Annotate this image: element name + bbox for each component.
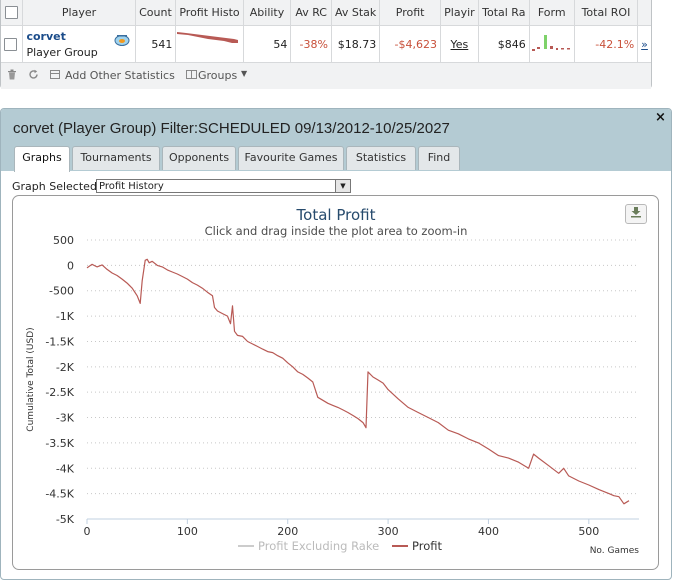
graph-select-value: Profit History xyxy=(99,181,164,192)
col-av-stake[interactable]: Av Stak xyxy=(331,0,381,26)
groups-button[interactable]: Groups xyxy=(198,69,237,82)
y-tick-label: -1.5K xyxy=(45,335,74,348)
y-tick-label: 500 xyxy=(53,234,74,247)
tab-statistics[interactable]: Statistics xyxy=(346,146,416,170)
chart-container[interactable]: Total Profit Click and drag inside the pl… xyxy=(12,195,659,570)
total-rake-value: $846 xyxy=(478,25,530,64)
chart-subtitle: Click and drag inside the plot area to z… xyxy=(205,224,468,238)
col-player[interactable]: Player xyxy=(22,0,136,26)
stats-header-row: Player Count Profit Histo Ability Av RC … xyxy=(1,0,651,26)
y-tick-label: -4.5K xyxy=(45,488,74,501)
av-roi-value: -38% xyxy=(290,25,332,64)
select-all-header[interactable] xyxy=(1,0,24,26)
x-tick-label: 0 xyxy=(84,525,91,538)
dialog-title: corvet (Player Group) Filter:SCHEDULED 0… xyxy=(13,120,450,137)
ability-value: 54 xyxy=(243,25,292,64)
player-dialog: corvet (Player Group) Filter:SCHEDULED 0… xyxy=(0,108,672,580)
tab-opponents[interactable]: Opponents xyxy=(162,146,236,170)
fishbowl-icon[interactable] xyxy=(114,34,130,49)
count-value: 541 xyxy=(135,25,177,64)
groups-icon[interactable] xyxy=(186,69,197,83)
player-cell[interactable]: corvet Player Group xyxy=(22,25,136,64)
y-tick-label: -3.5K xyxy=(45,437,74,450)
series-line-profit xyxy=(86,258,630,505)
col-av-roi[interactable]: Av RC xyxy=(290,0,332,26)
av-stake-value: $18.73 xyxy=(331,25,381,64)
more-cell[interactable]: » xyxy=(637,25,651,64)
table-row[interactable]: corvet Player Group 541 54 -38% $18.73 -… xyxy=(1,25,651,64)
y-tick-label: -1K xyxy=(56,310,75,323)
col-form[interactable]: Form xyxy=(529,0,575,26)
y-tick-label: -2.5K xyxy=(45,386,74,399)
select-all-checkbox[interactable] xyxy=(5,6,19,20)
y-axis-label: Cumulative Total (USD) xyxy=(26,327,36,431)
y-tick-label: 0 xyxy=(67,259,74,272)
graph-select[interactable]: Profit History ▼ xyxy=(96,179,351,193)
col-count[interactable]: Count xyxy=(135,0,177,26)
stats-table: Player Count Profit Histo Ability Av RC … xyxy=(1,0,651,64)
download-icon[interactable] xyxy=(625,204,647,224)
y-tick-label: -3K xyxy=(56,412,75,425)
col-total-roi[interactable]: Total ROI xyxy=(574,0,639,26)
tab-tournaments[interactable]: Tournaments xyxy=(72,146,160,170)
profit-history-sparkline xyxy=(175,25,244,64)
dialog-header: corvet (Player Group) Filter:SCHEDULED 0… xyxy=(1,109,671,172)
add-stats-icon[interactable] xyxy=(50,69,61,83)
x-tick-label: 500 xyxy=(578,525,599,538)
x-axis-label: No. Games xyxy=(590,546,640,556)
more-columns-link[interactable]: » xyxy=(641,38,648,51)
form-sparkline xyxy=(529,25,575,64)
y-tick-label: -4K xyxy=(56,462,75,475)
add-other-statistics-button[interactable]: Add Other Statistics xyxy=(65,69,175,82)
x-tick-label: 200 xyxy=(277,525,298,538)
stats-panel: Player Count Profit Histo Ability Av RC … xyxy=(0,0,652,89)
total-roi-value: -42.1% xyxy=(574,25,639,64)
row-checkbox[interactable] xyxy=(4,38,17,52)
trash-icon[interactable] xyxy=(7,69,17,83)
stats-toolbar: Add Other Statistics Groups ▼ xyxy=(1,62,651,89)
col-overflow xyxy=(637,0,651,26)
tab-favourite-games[interactable]: Favourite Games xyxy=(238,146,344,170)
close-icon[interactable]: × xyxy=(655,110,666,125)
y-tick-label: -500 xyxy=(49,285,74,298)
tab-find[interactable]: Find xyxy=(418,146,460,170)
col-ability[interactable]: Ability xyxy=(243,0,292,26)
chart-title: Total Profit xyxy=(296,206,376,224)
profit-value: -$4,623 xyxy=(379,25,441,64)
legend-item-profit: Profit xyxy=(412,539,442,553)
profit-chart[interactable]: Total ProfitClick and drag inside the pl… xyxy=(13,196,658,569)
row-select-cell[interactable] xyxy=(1,25,24,64)
y-tick-label: -2K xyxy=(56,361,75,374)
graph-selected-label: Graph Selected: xyxy=(12,180,101,193)
y-tick-label: -5K xyxy=(56,513,75,526)
playing-yes-link[interactable]: Yes xyxy=(451,38,469,51)
x-tick-label: 300 xyxy=(378,525,399,538)
refresh-icon[interactable] xyxy=(28,69,39,83)
chevron-down-icon[interactable]: ▼ xyxy=(335,180,350,192)
legend-item-profit-excl-rake: Profit Excluding Rake xyxy=(258,539,379,553)
col-profit-history[interactable]: Profit Histo xyxy=(175,0,244,26)
x-tick-label: 400 xyxy=(478,525,499,538)
tab-graphs[interactable]: Graphs xyxy=(14,146,70,172)
col-profit[interactable]: Profit xyxy=(379,0,441,26)
x-tick-label: 100 xyxy=(177,525,198,538)
playing-cell[interactable]: Yes xyxy=(440,25,479,64)
col-total-rake[interactable]: Total Ra xyxy=(478,0,530,26)
col-playing[interactable]: Playir xyxy=(440,0,479,26)
groups-dropdown-icon[interactable]: ▼ xyxy=(241,69,247,78)
